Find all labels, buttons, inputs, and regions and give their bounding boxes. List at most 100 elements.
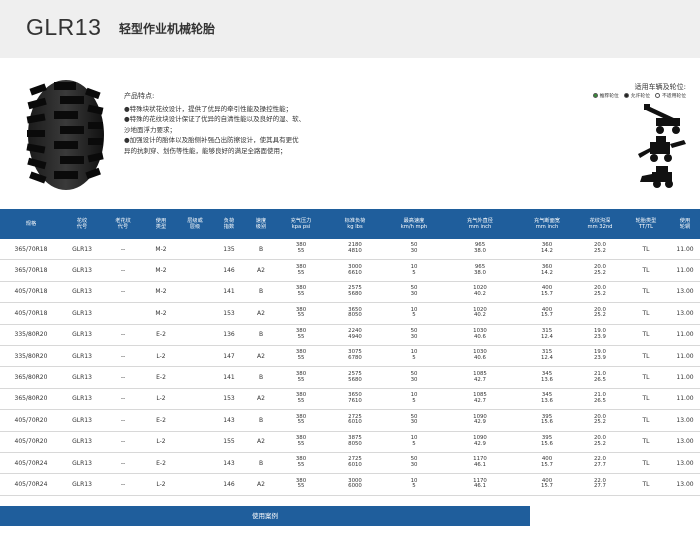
table-cell: GLR13 (62, 431, 102, 453)
table-cell: 50 30 (384, 452, 444, 475)
table-cell: B (246, 239, 276, 261)
table-cell: B (246, 366, 276, 389)
table-cell: B (246, 281, 276, 304)
not-applicable-dot-icon (655, 93, 660, 98)
use-cases-button[interactable]: 使用案例 (0, 506, 530, 526)
table-cell: TL (622, 473, 670, 496)
table-cell: 141 (212, 281, 246, 304)
table-cell: 11.00 (670, 345, 700, 368)
feature-line: ●特殊的花纹块设计保证了优异的自清性能以及良好的湿、软、 (124, 115, 306, 124)
table-cell: 1170 46.1 (444, 473, 516, 496)
table-cell: -- (102, 239, 144, 261)
table-cell: L-2 (144, 431, 178, 453)
table-row: 405/70R18 GLR13 M-2 153 A2 380 55 3650 8050 10 … (0, 302, 700, 325)
table-cell: 19.0 23.9 (578, 345, 622, 368)
table-cell: 13.00 (670, 409, 700, 432)
table-row: 365/80R20 GLR13 -- L-2 153 A2 380 55 3650 7610 1… (0, 388, 700, 411)
table-row: 365/80R20 GLR13 -- E-2 141 B 380 55 2575 5680 50… (0, 366, 700, 389)
table-cell: 400 15.7 (516, 281, 578, 304)
table-cell: 20.0 25.2 (578, 259, 622, 282)
table-cell (178, 239, 212, 261)
table-cell: -- (102, 452, 144, 475)
col-header: 速度 级别 (246, 209, 276, 239)
table-row: 405/70R20 GLR13 -- E-2 143 B 380 55 2725 6010 50… (0, 409, 700, 432)
table-cell: A2 (246, 388, 276, 411)
table-cell: 20.0 25.2 (578, 431, 622, 453)
table-cell: 380 55 (276, 239, 326, 261)
table-cell: 380 55 (276, 259, 326, 282)
table-cell: GLR13 (62, 388, 102, 411)
table-cell: 11.00 (670, 388, 700, 411)
table-cell (178, 473, 212, 496)
table-cell: 20.0 25.2 (578, 302, 622, 325)
table-cell (178, 259, 212, 282)
table-cell: 20.0 25.2 (578, 239, 622, 261)
table-cell: 13.00 (670, 281, 700, 304)
table-cell: 153 (212, 302, 246, 325)
table-cell: 1170 46.1 (444, 452, 516, 475)
table-cell: A2 (246, 345, 276, 368)
table-cell: 3000 6000 (326, 473, 384, 496)
table-row: 405/70R20 GLR13 -- L-2 155 A2 380 55 3875 8050 1… (0, 431, 700, 453)
position-legend: 推荐轮位 允许轮位 不适用轮位 (592, 92, 686, 99)
table-cell: 3875 8050 (326, 431, 384, 453)
table-cell: 10 5 (384, 345, 444, 368)
col-header: 最高速度 km/h mph (384, 209, 444, 239)
feature-line: ●特殊块状花纹设计，提供了优异的牵引性能及操控性能； (124, 105, 293, 113)
table-cell (178, 345, 212, 368)
table-cell: 10 5 (384, 431, 444, 453)
telehandler-icon (644, 104, 680, 134)
table-cell: 155 (212, 431, 246, 453)
model-title: GLR13 (26, 14, 102, 40)
table-cell: E-2 (144, 409, 178, 432)
table-cell: 380 55 (276, 302, 326, 325)
table-cell: GLR13 (62, 259, 102, 282)
table-cell: 153 (212, 388, 246, 411)
table-cell: A2 (246, 302, 276, 325)
table-cell: 11.00 (670, 259, 700, 282)
col-header: 老花纹 代号 (102, 209, 144, 239)
col-header: 使用 类型 (144, 209, 178, 239)
table-cell: GLR13 (62, 409, 102, 432)
table-cell: 50 30 (384, 324, 444, 346)
table-cell: 22.0 27.7 (578, 473, 622, 496)
table-cell: 405/70R24 (0, 452, 62, 475)
table-cell: 380 55 (276, 409, 326, 432)
col-header: 花纹 代号 (62, 209, 102, 239)
feature-line: 异的抗刺穿、划伤等性能，能够良好的满足全路面使用； (124, 146, 287, 155)
table-cell (178, 409, 212, 432)
table-cell: TL (622, 345, 670, 368)
table-cell: M-2 (144, 239, 178, 261)
table-cell: 405/70R20 (0, 409, 62, 432)
table-cell: 365/80R20 (0, 388, 62, 411)
table-cell: 10 5 (384, 302, 444, 325)
table-row: 335/80R20 GLR13 -- E-2 136 B 380 55 2240 4940 50… (0, 324, 700, 346)
table-cell: 10 5 (384, 259, 444, 282)
table-cell: 335/80R20 (0, 324, 62, 346)
table-cell: A2 (246, 431, 276, 453)
table-cell: GLR13 (62, 324, 102, 346)
table-row: 335/80R20 GLR13 -- L-2 147 A2 380 55 3075 6780 1… (0, 345, 700, 368)
table-cell: TL (622, 431, 670, 453)
allowed-dot-icon (623, 93, 629, 98)
table-cell: 143 (212, 409, 246, 432)
table-cell: 50 30 (384, 281, 444, 304)
table-cell (178, 452, 212, 475)
backhoe-loader-icon (638, 136, 686, 162)
table-cell: 21.0 26.5 (578, 366, 622, 389)
table-cell: 20.0 25.2 (578, 281, 622, 304)
table-cell: 345 13.6 (516, 366, 578, 389)
table-cell: -- (102, 324, 144, 346)
table-cell: 3650 7610 (326, 388, 384, 411)
table-cell: -- (102, 473, 144, 496)
table-cell: 20.0 25.2 (578, 409, 622, 432)
table-cell: E-2 (144, 452, 178, 475)
table-cell: B (246, 452, 276, 475)
table-cell: 1090 42.9 (444, 431, 516, 453)
table-cell: 2180 4810 (326, 239, 384, 261)
table-cell: GLR13 (62, 366, 102, 389)
tire-image (26, 80, 104, 190)
table-cell: TL (622, 452, 670, 475)
table-cell: -- (102, 281, 144, 304)
table-cell: 315 12.4 (516, 345, 578, 368)
